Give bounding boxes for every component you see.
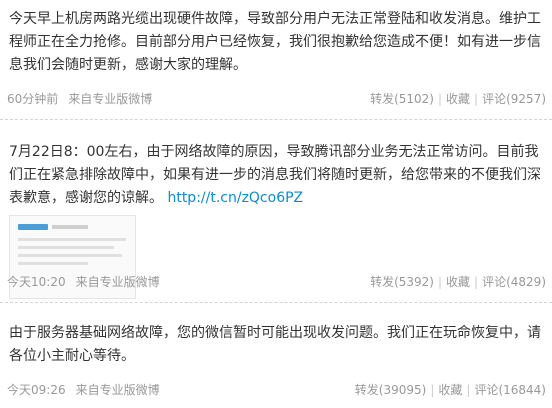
post-meta: 今天09:26 来自专业版微博 转发(39095) | 收藏 | 评论(16844) (0, 380, 552, 400)
post-source[interactable]: 来自专业版微博 (76, 383, 160, 397)
thumbnail-text-line (18, 238, 126, 241)
action-separator: | (474, 92, 479, 106)
post-info: 今天10:20 来自专业版微博 (7, 272, 160, 292)
favorite-button[interactable]: 收藏 (446, 275, 470, 289)
favorite-button[interactable]: 收藏 (446, 92, 470, 106)
thumbnail-logo (18, 224, 48, 230)
thumbnail-text-line (18, 246, 114, 249)
action-separator: | (474, 275, 479, 289)
repost-button[interactable]: 转发(5392) (370, 275, 434, 289)
post-source[interactable]: 来自专业版微博 (68, 92, 152, 106)
post-divider (0, 302, 552, 303)
post-meta: 今天10:20 来自专业版微博 转发(5392) | 收藏 | 评论(4829) (0, 272, 552, 292)
repost-button[interactable]: 转发(39095) (355, 383, 427, 397)
post-text: 今天早上机房两路光缆出现硬件故障，导致部分用户无法正常登陆和收发消息。维护工程师… (9, 11, 541, 73)
post-info: 今天09:26 来自专业版微博 (7, 380, 160, 400)
action-separator: | (430, 383, 435, 397)
post-source[interactable]: 来自专业版微博 (76, 275, 160, 289)
comment-button[interactable]: 评论(4829) (482, 275, 546, 289)
post-meta: 60分钟前 来自专业版微博 转发(5102) | 收藏 | 评论(9257) (0, 89, 552, 109)
repost-button[interactable]: 转发(5102) (370, 92, 434, 106)
thumbnail-text-line (18, 254, 122, 257)
thumbnail-header-line (52, 225, 88, 229)
action-separator: | (437, 92, 443, 106)
post-actions: 转发(5392) | 收藏 | 评论(4829) (370, 272, 546, 292)
thumbnail-text-line (18, 262, 88, 265)
action-separator: | (466, 383, 471, 397)
comment-button[interactable]: 评论(9257) (482, 92, 546, 106)
weibo-feed: 今天早上机房两路光缆出现硬件故障，导致部分用户无法正常登陆和收发消息。维护工程师… (0, 0, 552, 408)
favorite-button[interactable]: 收藏 (438, 383, 462, 397)
post-time[interactable]: 今天10:20 (7, 275, 66, 289)
post-text: 由于服务器基础网络故障，您的微信暂时可能出现收发问题。我们正在玩命恢复中，请各位… (9, 325, 541, 364)
post-divider (0, 119, 552, 120)
post-text: 7月22日8：00左右，由于网络故障的原因，导致腾讯部分业务无法正常访问。目前我… (9, 141, 547, 210)
post-actions: 转发(39095) | 收藏 | 评论(16844) (355, 380, 546, 400)
action-separator: | (437, 275, 443, 289)
post-time[interactable]: 60分钟前 (7, 92, 58, 106)
post-info: 60分钟前 来自专业版微博 (7, 89, 152, 109)
post-actions: 转发(5102) | 收藏 | 评论(9257) (370, 89, 546, 109)
comment-button[interactable]: 评论(16844) (474, 383, 546, 397)
post-time[interactable]: 今天09:26 (7, 383, 66, 397)
post-link[interactable]: http://t.cn/zQco6PZ (167, 190, 303, 206)
